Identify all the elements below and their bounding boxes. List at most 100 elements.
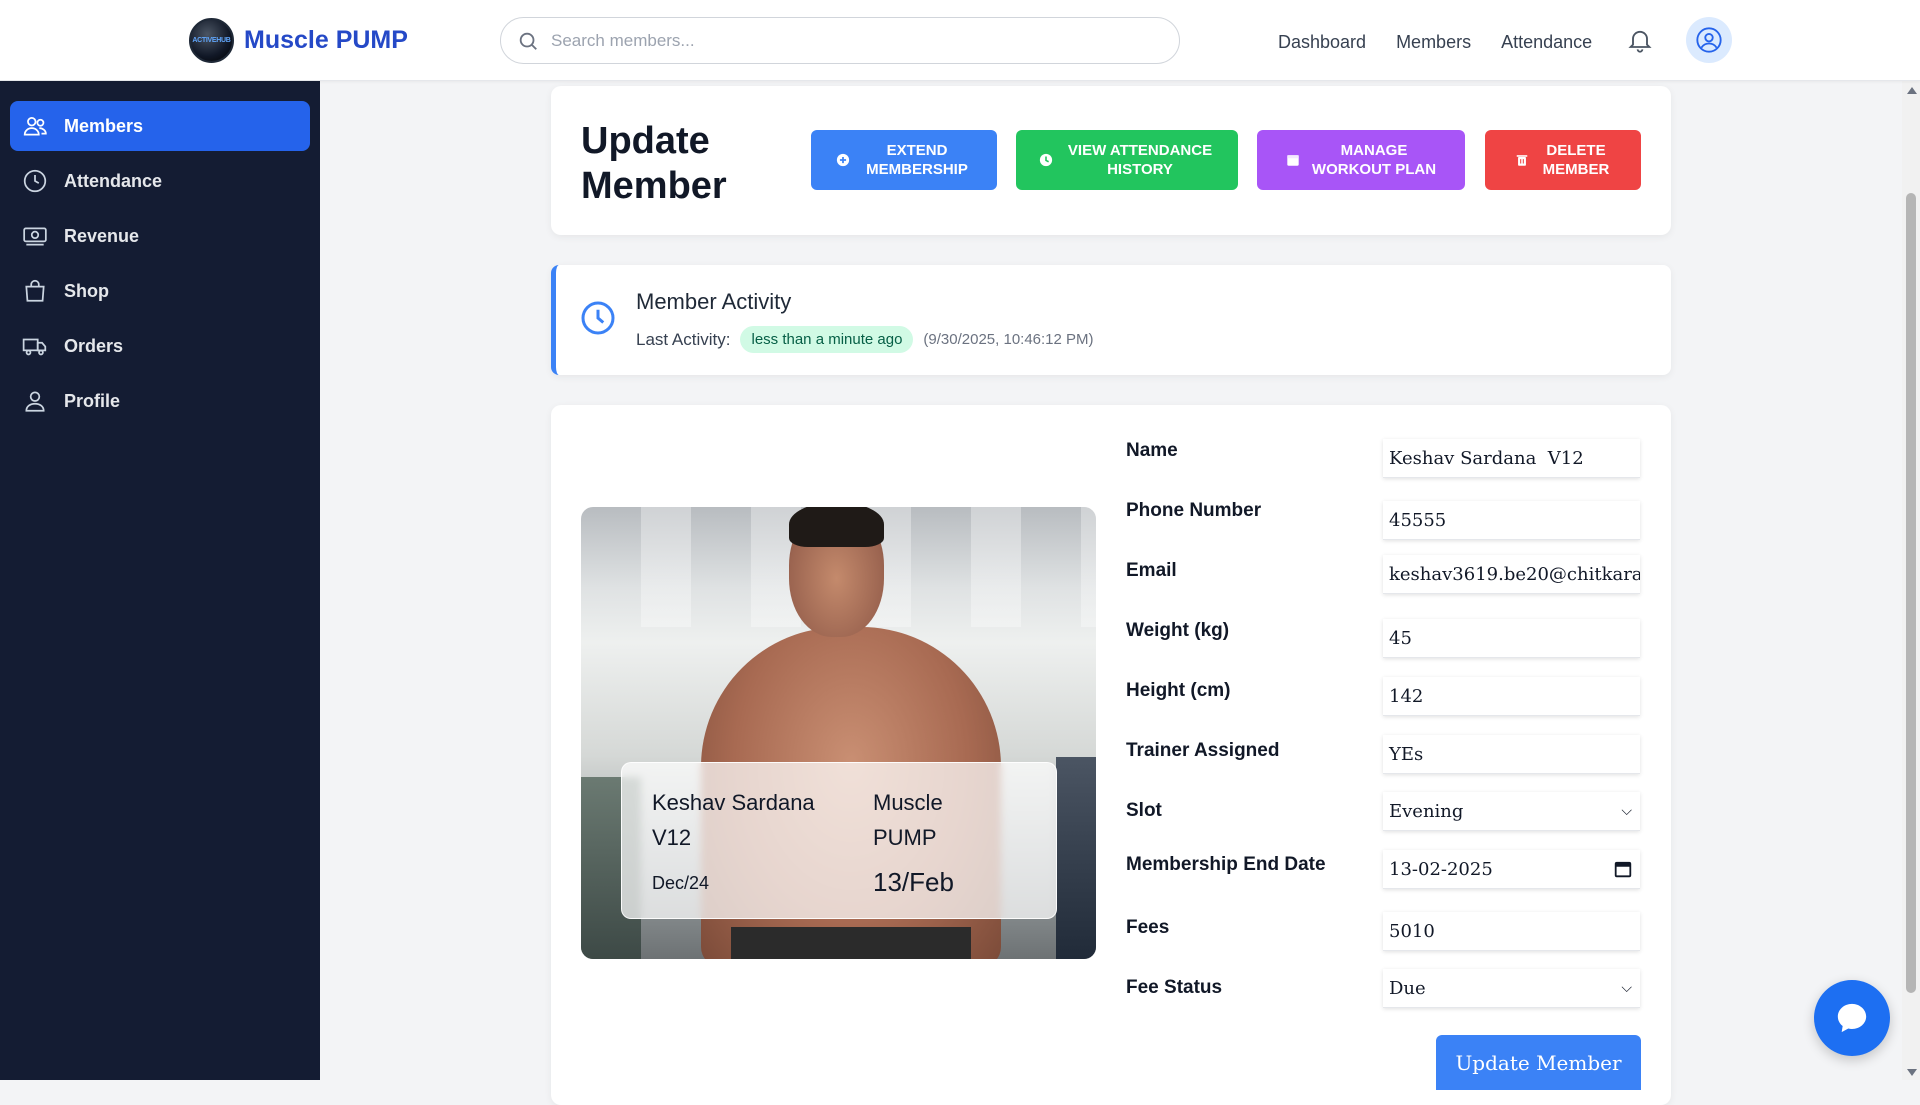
- member-form-card: Keshav Sardana V12 Muscle PUMP Dec/24 13…: [551, 405, 1671, 1105]
- money-icon: [23, 227, 47, 246]
- phone-value: 45555: [1389, 509, 1447, 531]
- membership-card: Keshav Sardana V12 Muscle PUMP Dec/24 13…: [621, 762, 1057, 919]
- last-activity-row: Last Activity: less than a minute ago (9…: [636, 326, 1094, 353]
- chevron-down-icon: ⌵: [1621, 980, 1632, 996]
- sidebar-item-orders[interactable]: Orders: [10, 321, 310, 371]
- trash-icon: [1516, 155, 1528, 166]
- clock-icon: [23, 169, 47, 193]
- chat-icon: [1837, 1003, 1867, 1033]
- email-label: Email: [1126, 560, 1177, 581]
- clock-icon: [581, 301, 615, 335]
- logo-icon: ACTIVEHUB: [189, 18, 234, 63]
- slot-select[interactable]: Evening ⌵: [1383, 792, 1640, 831]
- slot-value: Evening: [1389, 800, 1464, 822]
- manage-workout-label: MANAGE WORKOUT PLAN: [1311, 142, 1437, 178]
- sidebar-item-members[interactable]: Members: [10, 101, 310, 151]
- calendar-icon: [1286, 155, 1299, 166]
- end-date-value: 13-02-2025: [1389, 858, 1493, 880]
- height-value: 142: [1389, 685, 1424, 707]
- top-header: ACTIVEHUB Muscle PUMP Dashboard Members …: [0, 0, 1920, 81]
- bell-icon[interactable]: [1626, 26, 1654, 54]
- fees-value: 5010: [1389, 920, 1435, 942]
- scroll-down-arrow-icon[interactable]: [1907, 1069, 1917, 1076]
- update-member-button[interactable]: Update Member: [1436, 1035, 1641, 1090]
- nav-attendance[interactable]: Attendance: [1501, 32, 1592, 53]
- sidebar-item-profile[interactable]: Profile: [10, 376, 310, 426]
- top-nav: Dashboard Members Attendance: [1278, 32, 1592, 53]
- weight-label: Weight (kg): [1126, 620, 1230, 641]
- end-date-label: Membership End Date: [1126, 854, 1326, 875]
- user-circle-icon: [1696, 27, 1722, 53]
- shopping-bag-icon: [25, 279, 45, 302]
- truck-icon: [22, 338, 47, 356]
- fees-label: Fees: [1126, 917, 1170, 938]
- last-activity-label: Last Activity:: [636, 329, 731, 349]
- last-activity-badge: less than a minute ago: [740, 326, 914, 353]
- name-field[interactable]: Keshav Sardana V12: [1383, 439, 1640, 478]
- delete-member-button[interactable]: DELETE MEMBER: [1485, 130, 1641, 190]
- card-gym-name: Muscle PUMP: [873, 790, 943, 850]
- delete-member-label: DELETE MEMBER: [1542, 142, 1610, 178]
- email-value: keshav3619.be20@chitkara.: [1389, 563, 1640, 585]
- sidebar-item-label: Members: [64, 115, 144, 136]
- user-icon: [25, 391, 45, 412]
- trainer-label: Trainer Assigned: [1126, 740, 1280, 761]
- phone-label: Phone Number: [1126, 500, 1262, 521]
- height-field[interactable]: 142: [1383, 677, 1640, 716]
- name-label: Name: [1126, 440, 1178, 461]
- plus-circle-icon: [836, 153, 850, 167]
- brand[interactable]: ACTIVEHUB Muscle PUMP: [189, 18, 408, 63]
- page-title: Update Member: [581, 120, 727, 207]
- activity-title: Member Activity: [636, 289, 792, 314]
- sidebar-item-label: Revenue: [64, 225, 140, 246]
- sidebar-item-label: Shop: [64, 280, 109, 301]
- card-joined-date: Dec/24: [652, 873, 710, 893]
- last-activity-timestamp: (9/30/2025, 10:46:12 PM): [923, 331, 1094, 348]
- height-label: Height (cm): [1126, 680, 1231, 701]
- sidebar-item-label: Profile: [64, 390, 121, 411]
- sidebar-item-revenue[interactable]: Revenue: [10, 211, 310, 261]
- sidebar: Members Attendance Revenue Shop Orders P…: [0, 81, 320, 1080]
- nav-members[interactable]: Members: [1396, 32, 1471, 53]
- card-member-name: Keshav Sardana V12: [652, 790, 815, 850]
- phone-field[interactable]: 45555: [1383, 501, 1640, 540]
- card-end-date: 13/Feb: [873, 867, 954, 897]
- fees-field[interactable]: 5010: [1383, 912, 1640, 951]
- weight-field[interactable]: 45: [1383, 619, 1640, 658]
- search-input[interactable]: [551, 30, 1151, 51]
- clock-icon: [1039, 153, 1053, 167]
- users-icon: [23, 117, 47, 136]
- chat-button[interactable]: [1814, 980, 1890, 1056]
- trainer-field[interactable]: YEs: [1383, 735, 1640, 774]
- chevron-down-icon: ⌵: [1621, 803, 1632, 819]
- fee-status-value: Due: [1389, 977, 1426, 999]
- search-bar[interactable]: [500, 17, 1180, 64]
- scroll-up-arrow-icon[interactable]: [1907, 87, 1917, 94]
- end-date-field[interactable]: 13-02-2025: [1383, 850, 1640, 889]
- search-icon: [519, 32, 537, 50]
- scroll-thumb[interactable]: [1906, 193, 1916, 993]
- member-activity-card: Member Activity Last Activity: less than…: [551, 265, 1671, 375]
- page-header-card: Update Member EXTEND MEMBERSHIP VIEW ATT…: [551, 86, 1671, 235]
- name-value: Keshav Sardana V12: [1389, 447, 1584, 469]
- view-attendance-button[interactable]: VIEW ATTENDANCE HISTORY: [1016, 130, 1238, 190]
- sidebar-item-attendance[interactable]: Attendance: [10, 156, 310, 206]
- weight-value: 45: [1389, 627, 1412, 649]
- extend-membership-button[interactable]: EXTEND MEMBERSHIP: [811, 130, 997, 190]
- manage-workout-button[interactable]: MANAGE WORKOUT PLAN: [1257, 130, 1465, 190]
- sidebar-item-label: Attendance: [64, 170, 163, 191]
- calendar-icon[interactable]: [1614, 860, 1632, 878]
- trainer-value: YEs: [1389, 743, 1424, 765]
- app-name: Muscle PUMP: [244, 26, 408, 54]
- scrollbar[interactable]: [1902, 81, 1920, 1080]
- sidebar-item-label: Orders: [64, 335, 124, 356]
- email-field[interactable]: keshav3619.be20@chitkara.: [1383, 555, 1640, 594]
- member-photo: Keshav Sardana V12 Muscle PUMP Dec/24 13…: [581, 507, 1096, 959]
- slot-label: Slot: [1126, 800, 1162, 821]
- view-attendance-label: VIEW ATTENDANCE HISTORY: [1067, 142, 1213, 178]
- extend-membership-label: EXTEND MEMBERSHIP: [866, 142, 968, 178]
- fee-status-select[interactable]: Due ⌵: [1383, 969, 1640, 1008]
- nav-dashboard[interactable]: Dashboard: [1278, 32, 1366, 53]
- account-button[interactable]: [1686, 17, 1732, 63]
- sidebar-item-shop[interactable]: Shop: [10, 266, 310, 316]
